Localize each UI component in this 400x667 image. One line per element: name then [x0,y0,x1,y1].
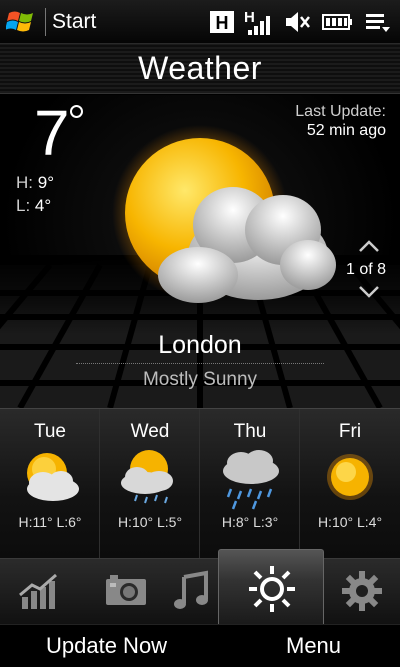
forecast-day-name: Wed [130,421,170,442]
last-update-label: Last Update: [295,103,386,120]
forecast-day-name: Thu [233,421,267,442]
status-title[interactable]: Start [52,10,96,34]
high-temperature: H: 9° [16,173,54,192]
menu-button[interactable]: Menu [286,633,341,659]
settings-tab[interactable] [326,559,400,625]
camera-icon [106,575,146,605]
forecast-day-name: Tue [33,421,67,442]
forecast-temps: H:8° L:3° [221,514,279,530]
h-network-icon: H [210,11,234,33]
city-divider [76,363,324,364]
forecast-temps: H:11° L:6° [18,514,82,530]
next-location-button[interactable] [358,285,380,299]
app-header: Weather [0,44,400,94]
notifications-icon[interactable] [364,8,392,36]
forecast-temps: H:10° L:5° [117,514,183,530]
rain-icon [223,450,279,510]
city-name: London [158,331,242,359]
current-temperature: 7 [34,97,70,169]
partly-cloudy-icon [27,453,79,501]
volume-mute-icon [286,12,310,32]
previous-location-button[interactable] [358,239,380,253]
page-title: Weather [138,50,262,86]
sun-icon [249,566,295,612]
update-now-button[interactable]: Update Now [46,633,167,659]
gear-icon [342,571,382,611]
forecast-day-thu[interactable]: Thu H:8° L:3° [200,409,300,559]
forecast-day-tue[interactable]: Tue H:11° L:6° [0,409,100,559]
stocks-tab[interactable] [0,559,80,625]
current-weather-panel[interactable]: 7 H: 9° L: 4° Last Update: 52 min ago 1 … [0,95,400,408]
battery-icon [322,14,352,30]
location-pager: 1 of 8 [346,261,387,278]
music-note-icon [174,570,208,609]
svg-text:H: H [244,9,255,26]
windows-logo-icon[interactable] [6,6,38,38]
status-divider [45,8,46,36]
forecast-day-name: Fri [338,421,362,442]
sun-behind-cloud-icon [112,125,336,303]
weather-tab[interactable] [218,549,324,625]
chart-icon [19,573,57,609]
degree-symbol [70,105,83,118]
forecast-day-wed[interactable]: Wed H:10° L:5° [100,409,200,559]
sunny-icon [327,454,373,500]
softkey-bar: Update Now Menu [0,624,400,667]
tab-bar [0,549,400,625]
forecast-temps: H:10° L:4° [317,514,383,530]
weather-condition: Mostly Sunny [142,369,258,390]
signal-strength-icon: H [244,9,270,35]
sun-cloud-drizzle-icon [121,450,173,504]
svg-text:H: H [216,13,229,33]
low-temperature: L: 4° [16,196,52,215]
forecast-day-fri[interactable]: Fri H:10° L:4° [300,409,400,559]
forecast-strip: Tue H:11° L:6° Wed H:10° L:5° Thu H:8° L… [0,408,400,559]
status-bar: Start H H [0,0,400,44]
